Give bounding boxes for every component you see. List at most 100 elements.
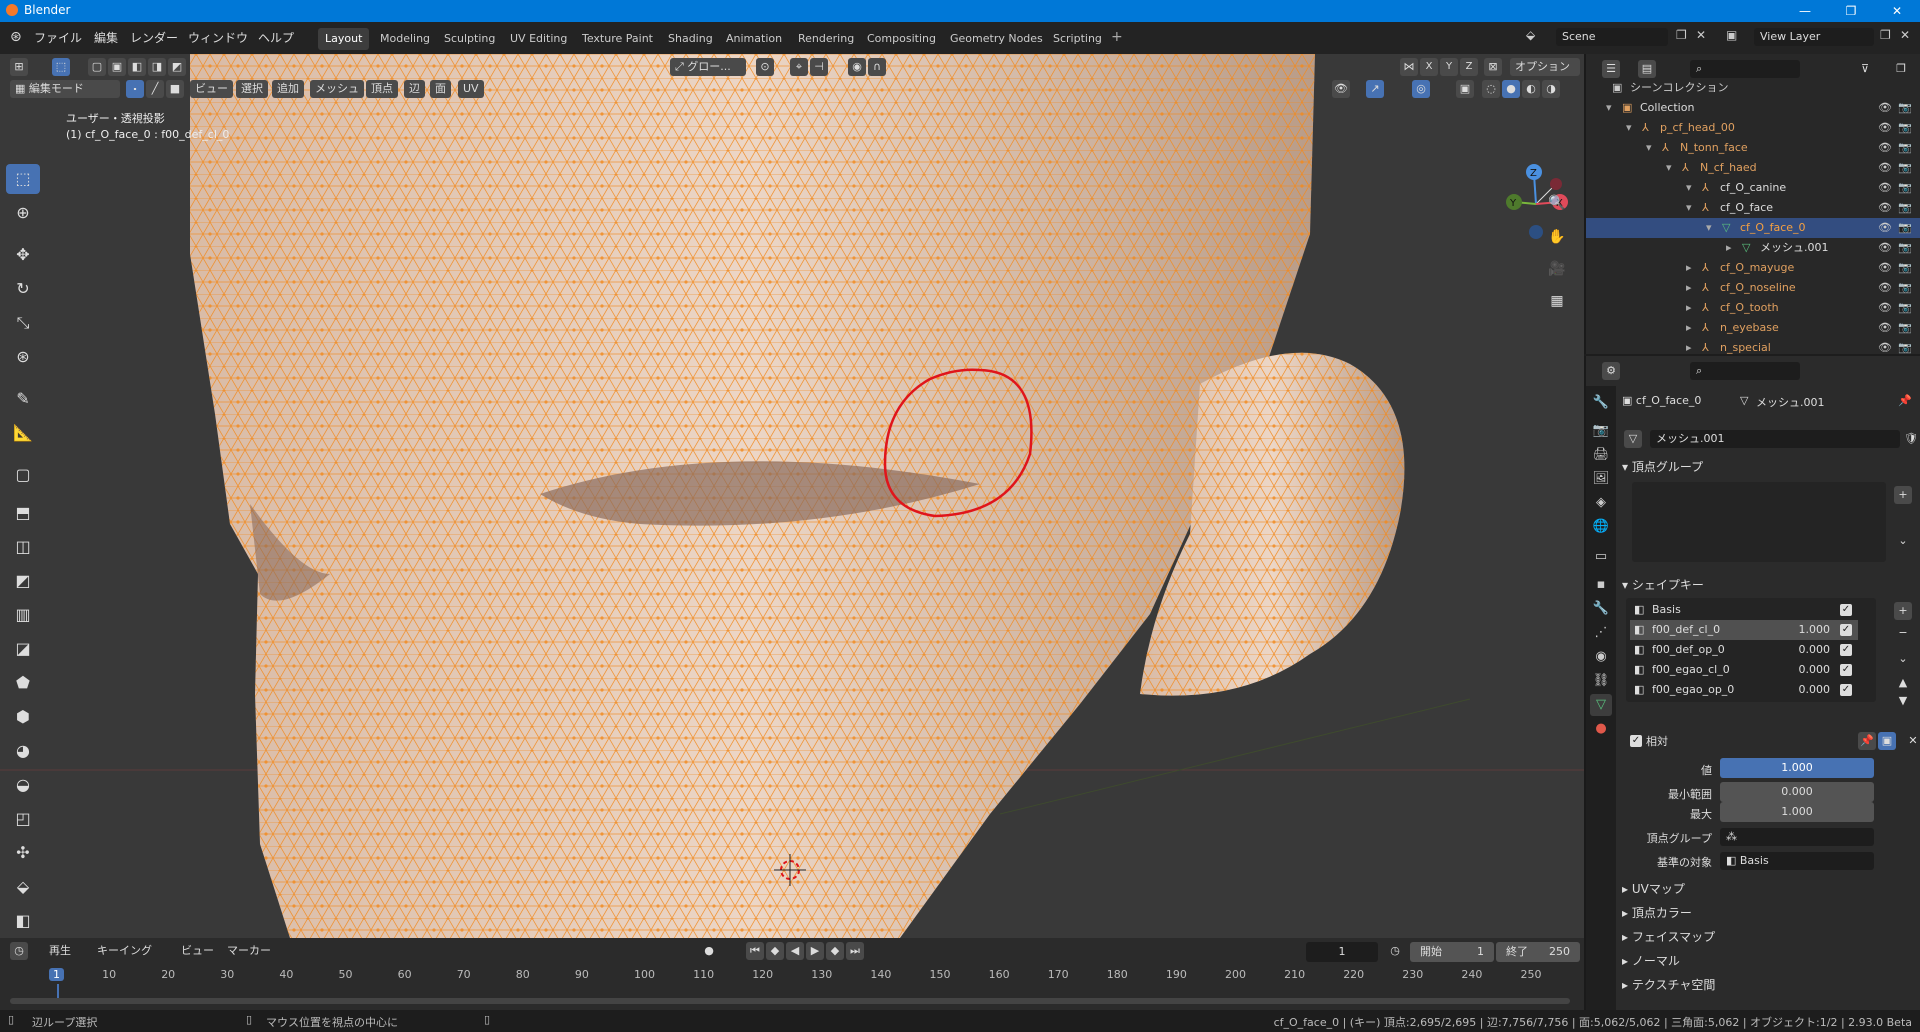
camera-icon[interactable]: 📷 <box>1898 278 1912 298</box>
material-tab-icon[interactable]: ● <box>1590 718 1612 740</box>
constraints-tab-icon[interactable]: ⛓ <box>1590 670 1612 692</box>
expand-arrow-icon[interactable]: ▸ <box>1686 298 1692 318</box>
menu-add[interactable]: 追加 <box>272 80 304 98</box>
loop-cut-tool-icon[interactable]: ▥ <box>6 600 40 630</box>
gizmo-icon[interactable]: ↗ <box>1366 80 1384 98</box>
outliner-item[interactable]: ▸ ⅄ cf_O_mayuge 👁 📷 <box>1586 258 1920 278</box>
filter-icon[interactable]: ⊽ <box>1856 60 1874 78</box>
shape-key-value[interactable]: 1.000 <box>1799 620 1831 640</box>
poly-build-tool-icon[interactable]: ⬟ <box>6 668 40 698</box>
shape-key-value[interactable]: 0.000 <box>1799 660 1831 680</box>
maximize-icon[interactable]: ❐ <box>1828 0 1874 22</box>
smooth-tool-icon[interactable]: ◕ <box>6 736 40 766</box>
outliner-editor-icon[interactable]: ☰ <box>1602 60 1620 78</box>
tab-layout[interactable]: Layout <box>318 28 370 50</box>
add-cube-tool-icon[interactable]: ▢ <box>6 460 40 490</box>
outliner[interactable]: ☰ ▤ ⌕ ⊽ ❐ ▣ シーンコレクション ▾ ▣ Collection 👁 📷 ▾ ⅄ p_c… <box>1584 54 1920 354</box>
view-layer-icon[interactable]: ▣ <box>1726 28 1737 42</box>
camera-icon[interactable]: 📷 <box>1898 238 1912 258</box>
frame-ruler[interactable]: 1 10 20 30 40 50 60 70 80 90 100 110 120 130 140 150 160… <box>0 966 1584 1006</box>
proportional-edit-icon[interactable]: ◉ <box>848 58 866 76</box>
tab-animation[interactable]: Animation <box>719 28 789 50</box>
expand-arrow-icon[interactable]: ▸ <box>1726 238 1732 258</box>
menu-select[interactable]: 選択 <box>236 80 268 98</box>
shape-key-pin-icon[interactable]: 📌 <box>1858 732 1876 750</box>
eye-icon[interactable]: 👁 <box>1878 238 1892 258</box>
outliner-item[interactable]: ▾ ⅄ cf_O_canine 👁 📷 <box>1586 178 1920 198</box>
tab-shading[interactable]: Shading <box>661 28 720 50</box>
fake-user-icon[interactable]: 🛡 <box>1902 430 1920 448</box>
measure-tool-icon[interactable]: 📐 <box>6 418 40 448</box>
tab-texture-paint[interactable]: Texture Paint <box>575 28 660 50</box>
shear-tool-icon[interactable]: ✣ <box>6 838 40 868</box>
shape-keys-header[interactable]: ▾ シェイプキー <box>1622 574 1912 596</box>
new-collection-icon[interactable]: ❐ <box>1892 60 1910 78</box>
bevel-tool-icon[interactable]: ◩ <box>6 566 40 596</box>
mesh-browse-icon[interactable]: ▽ <box>1624 430 1642 448</box>
blender-menu-icon[interactable]: ⊛ <box>10 29 22 45</box>
camera-icon[interactable]: 📷 <box>1898 198 1912 218</box>
modifier-tab-icon[interactable]: 🔧 <box>1590 598 1612 620</box>
vertex-select-icon[interactable]: ⬝ <box>126 80 144 98</box>
data-tab-icon[interactable]: ▽ <box>1590 694 1612 716</box>
shape-key-mute-checkbox[interactable]: ✓ <box>1840 604 1852 616</box>
camera-icon[interactable]: 📷 <box>1898 298 1912 318</box>
section-header[interactable]: ▸ テクスチャ空間 <box>1622 974 1912 996</box>
menu-playback[interactable]: 再生 <box>44 942 76 960</box>
add-vertex-group-icon[interactable]: + <box>1894 486 1912 504</box>
camera-view-icon[interactable]: 🎥 <box>1544 256 1570 282</box>
output-tab-icon[interactable]: 🖨 <box>1590 444 1612 466</box>
expand-arrow-icon[interactable]: ▸ <box>1686 278 1692 298</box>
camera-icon[interactable]: 📷 <box>1898 218 1912 238</box>
menu-marker[interactable]: マーカー <box>222 942 276 960</box>
annotate-tool-icon[interactable]: ✎ <box>6 384 40 414</box>
select-box-intersect-icon[interactable]: ◩ <box>168 58 186 76</box>
outliner-item[interactable]: ▸ ⅄ cf_O_tooth 👁 📷 <box>1586 298 1920 318</box>
camera-icon[interactable]: 📷 <box>1898 118 1912 138</box>
falloff-icon[interactable]: ∩ <box>868 58 886 76</box>
play-icon[interactable]: ▶ <box>806 942 824 960</box>
jump-end-icon[interactable]: ⏭ <box>846 942 864 960</box>
expand-arrow-icon[interactable]: ▾ <box>1626 118 1632 138</box>
delete-view-layer-icon[interactable]: ✕ <box>1900 28 1910 42</box>
tab-modeling[interactable]: Modeling <box>373 28 437 50</box>
menu-edge[interactable]: 辺 <box>404 80 425 98</box>
properties-search-input[interactable]: ⌕ <box>1690 362 1800 380</box>
copy-scene-icon[interactable]: ❐ <box>1676 28 1687 42</box>
shape-key-value[interactable]: 0.000 <box>1799 680 1831 700</box>
shape-key-row[interactable]: ◧ f00_def_op_0 0.000 ✓ <box>1630 640 1858 660</box>
outliner-item[interactable]: ▾ ⅄ N_tonn_face 👁 📷 <box>1586 138 1920 158</box>
jump-key-prev-icon[interactable]: ◆ <box>766 942 784 960</box>
pivot-icon[interactable]: ⊙ <box>756 58 774 76</box>
scene-tab-icon[interactable]: ◈ <box>1590 492 1612 514</box>
preview-range-icon[interactable]: ◷ <box>1386 942 1404 960</box>
remove-shape-key-icon[interactable]: − <box>1894 624 1912 642</box>
view-layer-field[interactable]: View Layer <box>1754 28 1874 46</box>
menu-mesh[interactable]: メッシュ <box>310 80 364 98</box>
shape-key-mute-checkbox[interactable]: ✓ <box>1840 684 1852 696</box>
menu-view[interactable]: ビュー <box>190 80 233 98</box>
outliner-root[interactable]: ▣ シーンコレクション <box>1586 78 1920 98</box>
outliner-item[interactable]: ▾ ⅄ p_cf_head_00 👁 📷 <box>1586 118 1920 138</box>
minimize-icon[interactable]: — <box>1782 0 1828 22</box>
outliner-item[interactable]: ▸ ⅄ cf_O_noseline 👁 📷 <box>1586 278 1920 298</box>
vertex-groups-header[interactable]: ▾ 頂点グループ <box>1622 456 1912 478</box>
expand-arrow-icon[interactable]: ▸ <box>1686 338 1692 358</box>
min-field[interactable]: 0.000 <box>1720 782 1874 802</box>
tab-rendering[interactable]: Rendering <box>791 28 861 50</box>
outliner-item[interactable]: ▾ ⅄ N_cf_haed 👁 📷 <box>1586 158 1920 178</box>
shape-key-row[interactable]: ◧ f00_def_cl_0 1.000 ✓ <box>1630 620 1858 640</box>
shape-key-mute-checkbox[interactable]: ✓ <box>1840 644 1852 656</box>
move-tool-icon[interactable]: ✥ <box>6 240 40 270</box>
outliner-item[interactable]: ▾ ▣ Collection 👁 📷 <box>1586 98 1920 118</box>
edge-select-icon[interactable]: ╱ <box>146 80 164 98</box>
face-select-icon[interactable]: ■ <box>166 80 184 98</box>
editor-type-icon[interactable]: ⊞ <box>10 58 28 76</box>
select-tool-icon[interactable]: ⬚ <box>6 164 40 194</box>
max-field[interactable]: 1.000 <box>1720 802 1874 822</box>
add-workspace-icon[interactable]: + <box>1111 29 1123 45</box>
eye-icon[interactable]: 👁 <box>1878 158 1892 178</box>
knife-tool-icon[interactable]: ◪ <box>6 634 40 664</box>
timeline[interactable]: ◷ 再生 キーイング ビュー マーカー ● ⏮ ◆ ◀ ▶ ◆ ⏭ 1 ◷ 開始… <box>0 938 1584 1010</box>
shrink-fatten-tool-icon[interactable]: ◰ <box>6 804 40 834</box>
